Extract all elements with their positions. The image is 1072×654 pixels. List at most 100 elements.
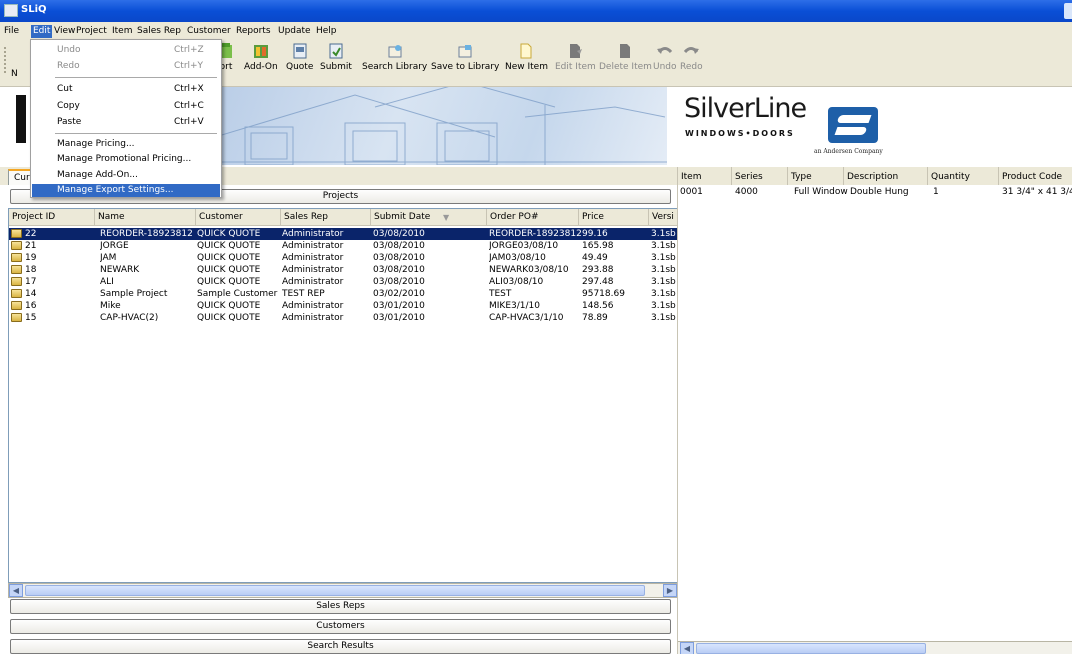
menu-customer[interactable]: Customer: [185, 25, 233, 38]
column-header-description[interactable]: Description: [844, 167, 928, 185]
price-cell: 297.48: [582, 277, 614, 287]
table-row[interactable]: 22 REORDER-18923812 QUICK QUOTE Administrat…: [9, 228, 677, 240]
sales-rep-cell: Administrator: [282, 313, 344, 323]
folder-icon: [11, 277, 22, 286]
sales-reps-section-button[interactable]: Sales Reps: [10, 599, 671, 614]
menu-item-cut[interactable]: Cut Ctrl+X: [32, 83, 220, 96]
toolbar-addon-button[interactable]: Add-On: [244, 43, 278, 72]
menu-help[interactable]: Help: [314, 25, 339, 38]
submit-date-cell: 03/01/2010: [373, 313, 425, 323]
menu-item-manage-addon[interactable]: Manage Add-On...: [32, 169, 220, 182]
column-header-item[interactable]: Item: [678, 167, 732, 185]
table-row[interactable]: 14 Sample Project Sample Customer TEST REP 0…: [9, 288, 677, 300]
column-header-price[interactable]: Price: [579, 209, 649, 226]
type-cell: Full Window: [794, 187, 848, 197]
menu-item-manage-pricing[interactable]: Manage Pricing...: [32, 138, 220, 151]
toolbar-search-library-button[interactable]: Search Library: [362, 43, 427, 72]
search-results-section-button[interactable]: Search Results: [10, 639, 671, 654]
table-row[interactable]: 17 ALI QUICK QUOTE Administrator 03/08/2010 A…: [9, 276, 677, 288]
column-header-order-po[interactable]: Order PO#: [487, 209, 579, 226]
price-cell: 165.98: [582, 241, 614, 251]
customer-cell: QUICK QUOTE: [197, 301, 261, 311]
menu-item-undo[interactable]: Undo Ctrl+Z: [32, 44, 220, 57]
table-row[interactable]: 15 CAP-HVAC(2) QUICK QUOTE Administrator 03/…: [9, 312, 677, 324]
column-header-series[interactable]: Series: [732, 167, 788, 185]
scroll-right-arrow-icon[interactable]: ▶: [663, 584, 677, 597]
column-header-sales-rep[interactable]: Sales Rep: [281, 209, 371, 226]
submit-date-cell: 03/08/2010: [373, 265, 425, 275]
toolbar-save-library-button[interactable]: Save to Library: [431, 43, 499, 72]
quantity-cell: 1: [933, 187, 939, 197]
menu-project[interactable]: Project: [74, 25, 109, 38]
customer-cell: QUICK QUOTE: [197, 241, 261, 251]
toolbar-quote-button[interactable]: Quote: [286, 43, 313, 72]
table-row[interactable]: 18 NEWARK QUICK QUOTE Administrator 03/08/20…: [9, 264, 677, 276]
projects-table-header: Project ID Name Customer Sales Rep Submi…: [9, 209, 677, 226]
name-cell: CAP-HVAC(2): [100, 313, 159, 323]
quote-icon: [293, 43, 307, 59]
toolbar-delete-item-button[interactable]: Delete Item: [599, 43, 652, 72]
undo-icon: [656, 47, 672, 54]
folder-icon: [11, 289, 22, 298]
toolbar-edit-item-button[interactable]: Edit Item: [555, 43, 596, 72]
version-cell: 3.1sb: [651, 253, 676, 263]
column-header-quantity[interactable]: Quantity: [928, 167, 999, 185]
toolbar-grip[interactable]: [4, 47, 8, 73]
toolbar-new-item-button[interactable]: New Item: [505, 43, 548, 72]
menu-edit[interactable]: Edit: [31, 25, 53, 38]
description-cell: Double Hung: [850, 187, 909, 197]
customer-cell: QUICK QUOTE: [197, 253, 261, 263]
name-cell: JORGE: [100, 241, 129, 251]
scroll-left-arrow-icon[interactable]: ◀: [9, 584, 23, 597]
menu-reports[interactable]: Reports: [234, 25, 273, 38]
toolbar-new-button-partial[interactable]: N: [11, 66, 18, 79]
column-header-submit-date[interactable]: Submit Date: [371, 209, 487, 226]
column-header-name[interactable]: Name: [95, 209, 196, 226]
menu-file[interactable]: File: [2, 25, 21, 38]
menu-update[interactable]: Update: [276, 25, 313, 38]
table-row[interactable]: 19 JAM QUICK QUOTE Administrator 03/08/2010 J…: [9, 252, 677, 264]
items-panel: Item Series Type Description Quantity Pr…: [677, 167, 1072, 654]
menu-item-manage-export-settings[interactable]: Manage Export Settings...: [32, 184, 220, 197]
column-header-project-id[interactable]: Project ID: [9, 209, 95, 226]
redo-icon: [684, 47, 700, 54]
project-id-cell: 16: [25, 301, 37, 311]
order-po-cell: NEWARK03/08/10: [489, 265, 569, 275]
menu-item-paste[interactable]: Paste Ctrl+V: [32, 116, 220, 129]
customer-cell: QUICK QUOTE: [197, 313, 261, 323]
column-header-customer[interactable]: Customer: [196, 209, 281, 226]
order-po-cell: MIKE3/1/10: [489, 301, 540, 311]
menu-item-manage-promotional-pricing[interactable]: Manage Promotional Pricing...: [32, 153, 220, 166]
price-cell: 99.16: [582, 229, 608, 239]
toolbar-redo-button[interactable]: Redo: [680, 43, 703, 72]
projects-horizontal-scrollbar[interactable]: ◀ ▶: [8, 583, 678, 598]
items-table-row[interactable]: 0001 4000 Full Window Double Hung 1 31 3…: [678, 186, 1072, 198]
scrollbar-thumb[interactable]: [25, 585, 645, 596]
menu-sales-rep[interactable]: Sales Rep: [135, 25, 183, 38]
column-header-type[interactable]: Type: [788, 167, 844, 185]
menu-separator: [55, 77, 217, 78]
scrollbar-thumb[interactable]: [696, 643, 926, 654]
price-cell: 49.49: [582, 253, 608, 263]
menu-item-copy[interactable]: Copy Ctrl+C: [32, 100, 220, 113]
app-logo-partial: [16, 95, 26, 143]
project-id-cell: 22: [25, 229, 37, 239]
table-row[interactable]: 21 JORGE QUICK QUOTE Administrator 03/08/201…: [9, 240, 677, 252]
items-horizontal-scrollbar[interactable]: ◀: [678, 641, 1072, 654]
toolbar-undo-button[interactable]: Undo: [653, 43, 677, 72]
column-header-product-code[interactable]: Product Code: [999, 167, 1072, 185]
folder-icon: [11, 301, 22, 310]
toolbar-submit-button[interactable]: Submit: [320, 43, 352, 72]
version-cell: 3.1sb: [651, 313, 676, 323]
scroll-left-arrow-icon[interactable]: ◀: [680, 642, 694, 654]
submit-date-cell: 03/08/2010: [373, 277, 425, 287]
customers-section-button[interactable]: Customers: [10, 619, 671, 634]
project-id-cell: 21: [25, 241, 37, 251]
submit-date-cell: 03/01/2010: [373, 301, 425, 311]
column-header-version[interactable]: Versi: [649, 209, 677, 226]
menu-item-redo[interactable]: Redo Ctrl+Y: [32, 60, 220, 73]
version-cell: 3.1sb: [651, 277, 676, 287]
menu-item[interactable]: Item: [110, 25, 135, 38]
window-control-button[interactable]: [1064, 3, 1072, 19]
table-row[interactable]: 16 Mike QUICK QUOTE Administrator 03/01/2010…: [9, 300, 677, 312]
